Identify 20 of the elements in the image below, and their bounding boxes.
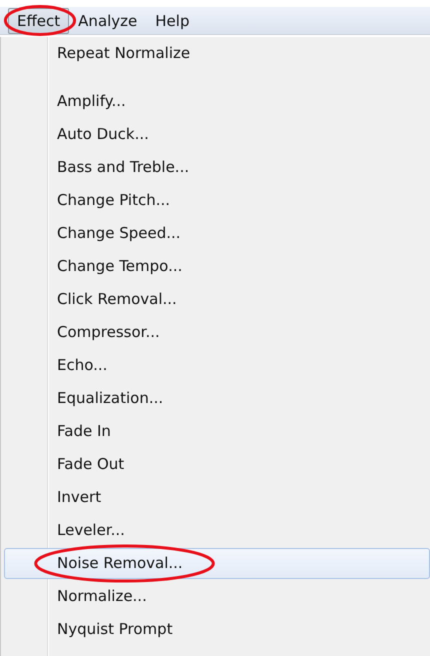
menu-item[interactable]: Fade In: [4, 416, 430, 447]
menu-item[interactable]: Auto Duck...: [4, 119, 430, 150]
menu-item[interactable]: Click Removal...: [4, 284, 430, 315]
menu-item[interactable]: Noise Removal...: [4, 548, 430, 579]
menu-item[interactable]: Change Tempo...: [4, 251, 430, 282]
menu-title[interactable]: Analyze: [69, 8, 146, 34]
menu-item[interactable]: Normalize...: [4, 581, 430, 612]
menu-item[interactable]: Change Speed...: [4, 218, 430, 249]
menu-item[interactable]: Change Pitch...: [4, 185, 430, 216]
menu-item[interactable]: Fade Out: [4, 449, 430, 480]
menu-item[interactable]: Leveler...: [4, 515, 430, 546]
menu-item[interactable]: Repeat Normalize: [4, 38, 430, 69]
menu-title[interactable]: Help: [146, 8, 198, 34]
menu-item[interactable]: Bass and Treble...: [4, 152, 430, 183]
menu-item[interactable]: Compressor...: [4, 317, 430, 348]
menu-item[interactable]: Echo...: [4, 350, 430, 381]
menu-item[interactable]: Equalization...: [4, 383, 430, 414]
menu-item[interactable]: Nyquist Prompt: [4, 614, 430, 645]
menu-item[interactable]: Invert: [4, 482, 430, 513]
menu-item[interactable]: Amplify...: [4, 86, 430, 117]
